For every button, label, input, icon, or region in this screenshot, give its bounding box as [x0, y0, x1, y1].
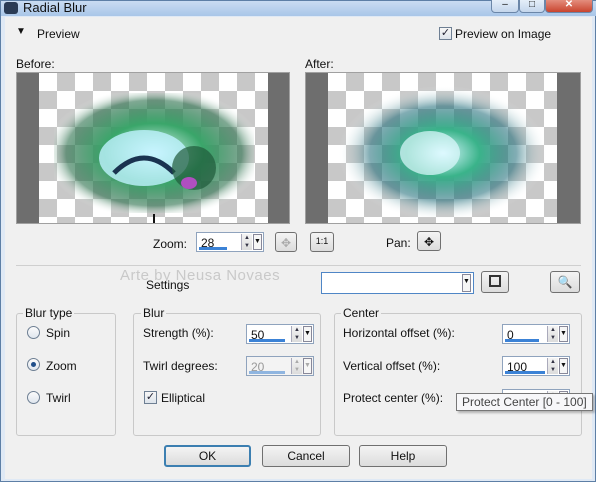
before-preview-panel[interactable] — [16, 72, 290, 224]
twirl-degrees-label: Twirl degrees: — [143, 359, 218, 373]
protect-center-tooltip: Protect Center [0 - 100] — [456, 393, 593, 411]
zoom-dropdown-icon[interactable]: ▼ — [253, 234, 262, 250]
pan-label: Pan: — [386, 236, 411, 250]
twirl-label: Twirl — [46, 391, 71, 405]
manage-settings-button[interactable]: 🔍 — [550, 271, 580, 293]
save-settings-button[interactable] — [481, 271, 509, 293]
blur-type-title: Blur type — [23, 306, 75, 320]
horizontal-offset-label: Horizontal offset (%): — [343, 326, 455, 340]
settings-label: Settings — [146, 278, 190, 292]
pan-button[interactable]: ✥ — [417, 231, 441, 251]
twirl-dropdown-icon[interactable]: ▼ — [303, 358, 312, 374]
preview-section-label: Preview — [37, 27, 80, 41]
protect-center-label: Protect center (%): — [343, 391, 444, 405]
before-label: Before: — [16, 57, 55, 71]
elliptical-label: Elliptical — [161, 391, 206, 405]
spin-label: Spin — [46, 326, 71, 340]
twirl-radio[interactable] — [27, 391, 40, 404]
window-title: Radial Blur — [23, 0, 87, 15]
zoom-radio[interactable] — [27, 358, 40, 371]
watermark-text: Arte by Neusa Novaes — [120, 267, 281, 284]
twirl-degrees-input[interactable]: 20 ▲ ▼ ▼ — [246, 356, 314, 376]
twirl-spin-icon[interactable]: ▲ ▼ — [291, 358, 302, 374]
zoom-label: Zoom: — [153, 237, 188, 251]
horizontal-spin-icon[interactable]: ▲ ▼ — [547, 326, 558, 342]
cancel-button[interactable]: Cancel — [262, 445, 350, 467]
after-preview-panel[interactable] — [305, 72, 581, 224]
collapse-triangle-icon[interactable]: ▼ — [16, 26, 26, 37]
spin-radio[interactable] — [27, 326, 40, 339]
vertical-dropdown-icon[interactable]: ▼ — [559, 358, 568, 374]
preview-on-image-checkbox[interactable]: ✓ — [439, 27, 452, 40]
strength-spin-icon[interactable]: ▲ ▼ — [291, 326, 302, 342]
app-icon — [4, 2, 18, 14]
preview-on-image-label: Preview on Image — [455, 27, 552, 41]
minimize-button[interactable]: – — [491, 0, 519, 13]
zoom-spin-icon[interactable]: ▲ ▼ — [241, 234, 252, 250]
horizontal-dropdown-icon[interactable]: ▼ — [559, 326, 568, 342]
one-to-one-label: 1:1 — [315, 236, 329, 246]
center-title: Center — [341, 306, 382, 320]
zoom-1-1-button[interactable]: 1:1 — [310, 232, 334, 252]
after-label: After: — [305, 57, 334, 71]
title-bar[interactable]: Radial Blur – □ ✕ — [1, 0, 596, 16]
vertical-offset-input[interactable]: 100 ▲ ▼ ▼ — [502, 356, 570, 376]
elliptical-checkbox[interactable]: ✓ — [144, 391, 157, 404]
strength-dropdown-icon[interactable]: ▼ — [303, 326, 312, 342]
magnifier-folder-icon: 🔍 — [557, 275, 573, 289]
strength-input[interactable]: 50 ▲ ▼ ▼ — [246, 324, 314, 344]
after-preview-image — [338, 83, 548, 218]
floppy-disk-icon — [489, 275, 501, 287]
before-preview-image — [54, 93, 254, 213]
settings-dropdown[interactable]: ▼ — [321, 272, 474, 294]
fit-zoom-button[interactable]: ✥ — [275, 232, 297, 252]
ok-button[interactable]: OK — [164, 445, 251, 467]
close-button[interactable]: ✕ — [545, 0, 593, 13]
strength-label: Strength (%): — [143, 326, 214, 340]
settings-dropdown-icon[interactable]: ▼ — [462, 274, 471, 292]
blur-title: Blur — [141, 306, 167, 320]
vertical-offset-label: Vertical offset (%): — [343, 359, 441, 373]
dialog-window: Radial Blur – □ ✕ ▼ Preview ✓ Preview on… — [0, 0, 596, 482]
help-button[interactable]: Help — [359, 445, 447, 467]
zoom-input[interactable]: 28 ▲ ▼ ▼ — [196, 232, 264, 252]
horizontal-offset-input[interactable]: 0 ▲ ▼ ▼ — [502, 324, 570, 344]
vertical-spin-icon[interactable]: ▲ ▼ — [547, 358, 558, 374]
maximize-button[interactable]: □ — [519, 0, 545, 13]
zoom-option-label: Zoom — [46, 359, 77, 373]
